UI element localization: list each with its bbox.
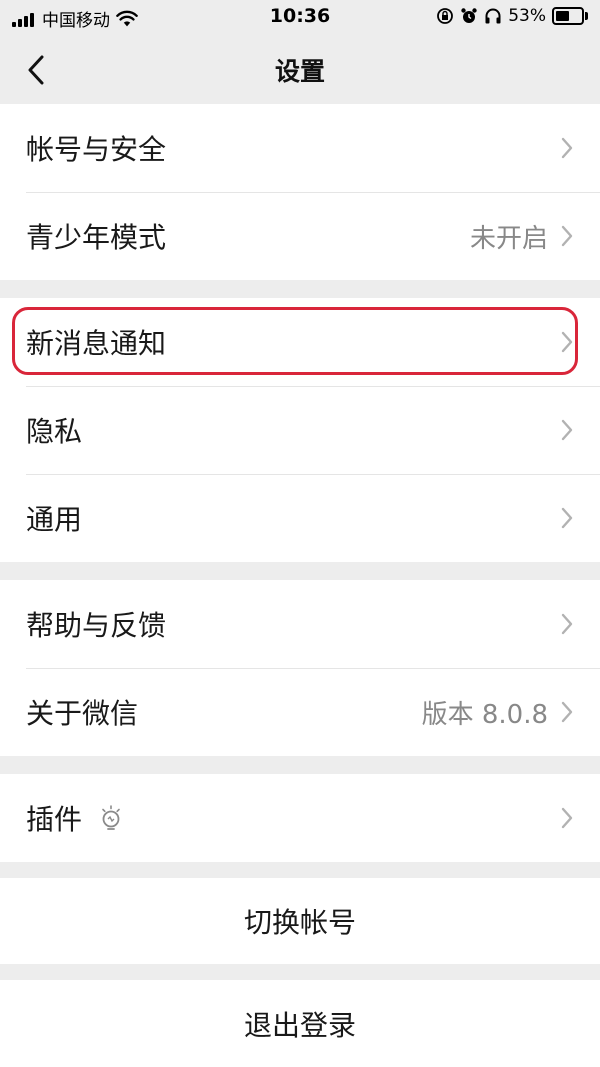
logout-button[interactable]: 退出登录 (0, 980, 600, 1067)
settings-group-notify: 新消息通知 隐私 通用 (0, 298, 600, 562)
lightbulb-icon (102, 805, 120, 830)
row-right: 未开启 (470, 192, 574, 280)
chevron-right-icon (561, 137, 573, 159)
teen-mode-status: 未开启 (469, 223, 548, 254)
row-right (560, 774, 574, 862)
chevron-right-icon (561, 331, 573, 353)
chevron-right-icon (561, 507, 573, 529)
rotation-lock-icon (437, 8, 454, 24)
status-right: 53% (436, 6, 588, 26)
row-right (560, 474, 574, 562)
alarm-icon (461, 8, 477, 23)
general-label: 通用 (26, 503, 83, 536)
new-message-notification-item[interactable]: 新消息通知 (0, 298, 600, 386)
row-right (560, 386, 574, 474)
plugins-label: 插件 (26, 803, 83, 836)
battery-icon (552, 7, 588, 25)
help-feedback-item[interactable]: 帮助与反馈 (0, 580, 600, 668)
privacy-label: 隐私 (26, 415, 83, 448)
chevron-right-icon (561, 613, 573, 635)
settings-group-account: 帐号与安全 青少年模式 未开启 (0, 104, 600, 280)
settings-group-plugins: 插件 (0, 774, 600, 862)
teen-mode-label: 青少年模式 (26, 221, 167, 254)
nav-bar: 设置 (0, 34, 600, 104)
row-right (560, 104, 574, 192)
switch-account-label: 切换帐号 (243, 906, 356, 939)
about-wechat-item[interactable]: 关于微信 版本 8.0.8 (0, 668, 600, 756)
battery-fill (556, 11, 569, 21)
headphones-icon (485, 8, 501, 24)
new-message-notification-label: 新消息通知 (26, 327, 167, 360)
chevron-right-icon (561, 225, 573, 247)
row-right: 版本 8.0.8 (422, 668, 574, 756)
status-bar: 中国移动 10:36 53% (0, 0, 600, 34)
settings-group-about: 帮助与反馈 关于微信 版本 8.0.8 (0, 580, 600, 756)
help-feedback-label: 帮助与反馈 (26, 609, 167, 642)
account-security-label: 帐号与安全 (26, 133, 167, 166)
version-text: 版本 8.0.8 (421, 699, 548, 730)
page-title: 设置 (274, 57, 325, 86)
privacy-item[interactable]: 隐私 (0, 386, 600, 474)
about-wechat-label: 关于微信 (26, 697, 139, 730)
switch-account-button[interactable]: 切换帐号 (0, 878, 600, 964)
battery-percent: 53% (508, 6, 546, 26)
account-security-item[interactable]: 帐号与安全 (0, 104, 600, 192)
row-right (560, 580, 574, 668)
chevron-right-icon (561, 701, 573, 723)
chevron-right-icon (561, 419, 573, 441)
logout-label: 退出登录 (243, 1008, 356, 1042)
chevron-right-icon (561, 807, 573, 829)
general-item[interactable]: 通用 (0, 474, 600, 562)
plugins-item[interactable]: 插件 (0, 774, 600, 862)
row-right (560, 298, 574, 386)
teen-mode-item[interactable]: 青少年模式 未开启 (0, 192, 600, 280)
